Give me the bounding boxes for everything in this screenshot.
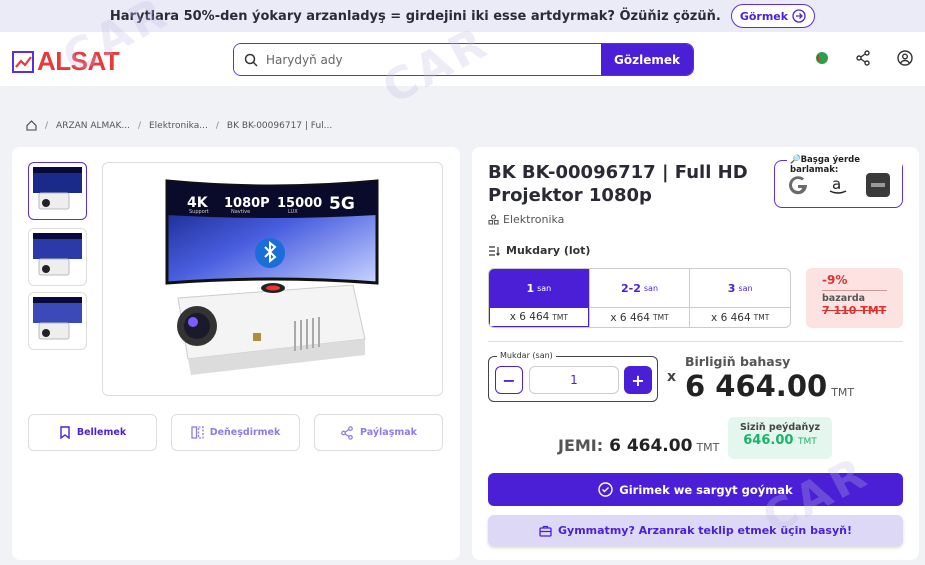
share-icon [341, 425, 353, 440]
quantity-lot-text: Mukdary (lot) [506, 244, 591, 257]
search-icon [244, 53, 258, 67]
logo-text: ALSAT [37, 46, 120, 76]
decrement-button[interactable]: − [495, 366, 523, 394]
quantity-lot-label: Mukdary (lot) [488, 244, 590, 257]
svg-text:Support: Support [189, 209, 209, 215]
increment-button[interactable]: + [624, 366, 652, 394]
total-price: JEMI: 6 464.00 TMT [558, 436, 720, 456]
share-button[interactable]: Paýlaşmak [314, 414, 443, 451]
promo-see-button[interactable]: Görmek [730, 4, 816, 28]
svg-text:LUX: LUX [288, 209, 298, 215]
google-icon[interactable] [786, 173, 810, 197]
price-tiers: 1 san x 6 464 TMT 2-2 san x 6 464 TMT 3 san x… [488, 268, 791, 328]
header-icons [815, 50, 913, 66]
gallery-thumbnail[interactable] [28, 228, 87, 286]
sort-icon [489, 245, 500, 256]
briefcase-icon [539, 525, 552, 537]
badge-text: 15000 [277, 196, 322, 211]
projector-thumbnail-image [33, 233, 82, 276]
gallery-thumbnail[interactable] [28, 162, 87, 220]
profit-value: 646.00 TMT [743, 433, 817, 448]
promo-text: Harytlara 50%-den ýokary arzanladyş = gi… [109, 8, 721, 24]
marketplace-icon[interactable] [866, 173, 890, 197]
quantity-stepper: Mukdar (san) − 1 + [488, 351, 658, 402]
breadcrumb-separator: / [137, 120, 141, 131]
gallery-panel: 4K 1080P 15000 5G Support Navtive LUX Be… [12, 147, 460, 560]
language-flag-icon[interactable] [815, 51, 829, 65]
product-panel: BK BK-00096717 | Full HD Projektor 1080p… [472, 147, 919, 560]
profit-label: Siziň peýdaňyz [739, 422, 821, 433]
compare-label: Deňeşdirmek [209, 427, 281, 438]
search-input[interactable]: Harydyň ady [234, 44, 601, 75]
save-button[interactable]: Bellemek [28, 414, 157, 451]
svg-text:Navtive: Navtive [231, 209, 250, 215]
quantity-input-label: Mukdar (san) [497, 351, 556, 360]
check-circle-icon [598, 482, 613, 497]
unit-price-label: Birligiň bahasy [685, 354, 791, 369]
offer-cheaper-button[interactable]: Gymmatmy? Arzanrak teklip etmek üçin bas… [488, 515, 903, 546]
breadcrumb-separator: / [215, 120, 219, 131]
search-button[interactable]: Gözlemek [601, 44, 693, 75]
multiply-sign: x [667, 369, 677, 385]
discount-percent: -9% [822, 273, 848, 287]
projector-thumbnail-image [33, 297, 82, 340]
price-tier-option[interactable]: 2-2 san x 6 464 TMT [589, 269, 691, 327]
breadcrumb: / ARZAN ALMAK... / Elektronika... / BK B… [26, 120, 332, 131]
chart-logo-icon [12, 50, 34, 73]
divider [488, 341, 903, 342]
share-icon[interactable] [855, 50, 871, 66]
unit-price: 6 464.00 TMT [685, 369, 855, 403]
projector-product-image: 4K 1080P 15000 5G Support Navtive LUX [165, 179, 379, 375]
category-label: Elektronika [503, 213, 565, 226]
login-order-label: Girimek we sargyt goýmak [619, 482, 793, 497]
user-account-icon[interactable] [897, 50, 913, 66]
share-label: Paýlaşmak [360, 427, 417, 438]
badge-text: 5G [329, 194, 355, 214]
search-bar: Harydyň ady Gözlemek [233, 43, 694, 76]
price-tier-option[interactable]: 1 san x 6 464 TMT [489, 269, 590, 327]
check-elsewhere-label: 🔎Başga ýerde barlamak: [787, 155, 902, 175]
save-label: Bellemek [76, 427, 127, 438]
gallery-thumbnail[interactable] [28, 292, 87, 350]
promo-bar: Harytlara 50%-den ýokary arzanladyş = gi… [0, 0, 925, 32]
compare-icon [191, 426, 204, 439]
product-category[interactable]: Elektronika [488, 213, 564, 226]
svg-text:a: a [832, 175, 841, 193]
breadcrumb-item[interactable]: ARZAN ALMAK... [56, 121, 130, 131]
breadcrumb-separator: / [45, 120, 49, 131]
bookmark-icon [60, 426, 70, 439]
offer-cheaper-label: Gymmatmy? Arzanrak teklip etmek üçin bas… [558, 524, 852, 537]
compare-button[interactable]: Deňeşdirmek [171, 414, 300, 451]
main-product-image[interactable]: 4K 1080P 15000 5G Support Navtive LUX [102, 162, 443, 396]
promo-see-label: Görmek [739, 9, 789, 23]
arrow-right-icon [792, 9, 806, 23]
old-price: 7 110 TMT [822, 304, 887, 317]
product-title: BK BK-00096717 | Full HD Projektor 1080p [488, 162, 748, 206]
market-discount-badge: -9% bazarda 7 110 TMT [806, 268, 903, 328]
breadcrumb-item: BK BK-00096717 | Ful... [226, 120, 333, 131]
check-elsewhere-box: 🔎Başga ýerde barlamak: a [774, 155, 903, 208]
logo[interactable]: ALSAT [12, 46, 120, 77]
login-order-button[interactable]: Girimek we sargyt goýmak [488, 473, 903, 506]
category-icon [488, 214, 499, 225]
quantity-input[interactable]: 1 [529, 366, 619, 394]
home-icon[interactable] [26, 120, 37, 131]
breadcrumb-item[interactable]: Elektronika... [149, 121, 208, 131]
amazon-icon[interactable]: a [826, 173, 850, 197]
projector-thumbnail-image [33, 167, 82, 210]
price-tier-option[interactable]: 3 san x 6 464 TMT [690, 269, 790, 327]
site-header: ALSAT Harydyň ady Gözlemek [0, 32, 925, 86]
market-label: bazarda [822, 293, 866, 304]
profit-badge: Siziň peýdaňyz 646.00 TMT [728, 417, 832, 459]
search-placeholder: Harydyň ady [266, 52, 343, 67]
